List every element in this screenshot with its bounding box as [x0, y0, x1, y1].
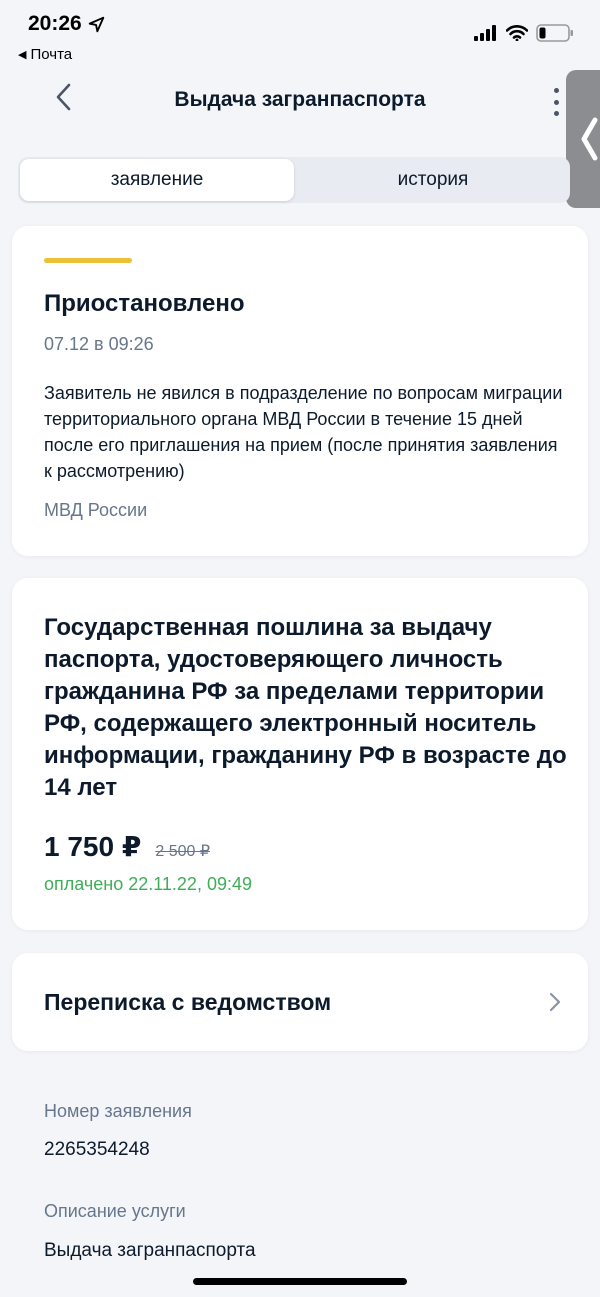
fee-paid-status: оплачено 22.11.22, 09:49 [44, 874, 252, 894]
service-description-label: Описание услуги [44, 1201, 186, 1221]
correspondence-button[interactable]: Переписка с ведомством [12, 953, 588, 1051]
wifi-icon [506, 25, 528, 41]
application-number-label: Номер заявления [44, 1101, 192, 1121]
status-card: Приостановлено 07.12 в 09:26 Заявитель н… [12, 226, 588, 556]
home-indicator[interactable] [193, 1278, 407, 1285]
screen: 20:26 ◀ Почта Выдача загранпаспорта заяв… [0, 0, 600, 1297]
tab-bar: заявление история [18, 157, 570, 203]
application-number-value: 2265354248 [44, 1139, 150, 1160]
back-triangle-icon: ◀ [18, 49, 27, 61]
fee-old-price: 2 500 ₽ [155, 843, 211, 860]
fee-price-row: 1 750 ₽ 2 500 ₽ [44, 830, 210, 863]
status-accent-bar [44, 258, 132, 263]
tab-application[interactable]: заявление [20, 159, 294, 201]
tab-history[interactable]: история [296, 157, 570, 203]
status-date: 07.12 в 09:26 [44, 334, 154, 354]
page-title: Выдача загранпаспорта [174, 88, 426, 111]
side-panel-handle[interactable] [566, 70, 600, 208]
status-time: 20:26 [28, 12, 105, 36]
status-description: Заявитель не явился в подразделение по в… [44, 383, 563, 481]
back-to-app-link[interactable]: ◀ Почта [18, 46, 72, 63]
status-indicators [474, 24, 574, 42]
location-arrow-icon [88, 16, 104, 32]
fee-price: 1 750 ₽ [44, 831, 142, 862]
fee-card: Государственная пошлина за выдачу паспор… [12, 578, 588, 930]
correspondence-label: Переписка с ведомством [44, 989, 332, 1015]
status-organization: МВД России [44, 500, 148, 520]
battery-icon [536, 24, 573, 42]
kebab-icon [553, 88, 559, 93]
chevron-left-icon [581, 117, 598, 161]
signal-icon [474, 25, 496, 41]
more-menu-button[interactable] [548, 88, 564, 116]
status-title: Приостановлено [44, 290, 245, 317]
service-description-value: Выдача загранпаспорта [44, 1240, 256, 1261]
fee-title: Государственная пошлина за выдачу паспор… [44, 614, 567, 801]
chevron-right-icon [549, 992, 561, 1012]
